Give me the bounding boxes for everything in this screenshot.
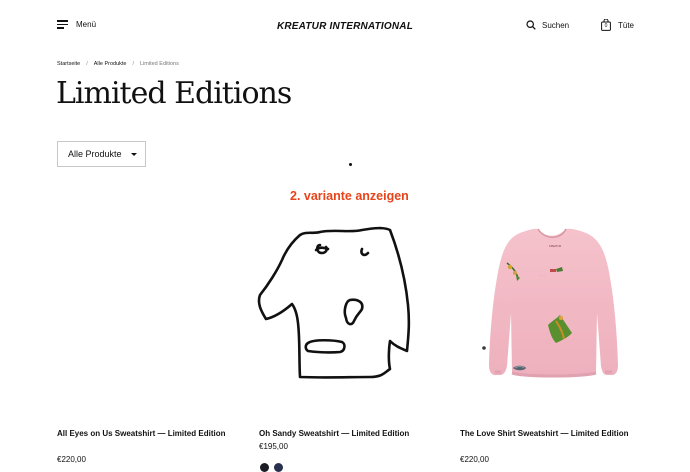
sweatshirt-sketch-icon: [257, 226, 411, 379]
color-swatch-navy[interactable]: [274, 463, 283, 472]
product-price: €220,00: [460, 455, 489, 464]
brand-logo[interactable]: KREATUR INTERNATIONAL: [277, 21, 413, 32]
search-label: Suchen: [542, 20, 570, 30]
product-title[interactable]: The Love Shirt Sweatshirt — Limited Edit…: [460, 427, 640, 440]
breadcrumb-home[interactable]: Startseite: [57, 61, 80, 67]
breadcrumb-separator: /: [86, 61, 88, 67]
chevron-down-icon: [131, 152, 137, 156]
annotation-note: 2. variante anzeigen: [290, 189, 409, 203]
search-icon: [526, 20, 536, 30]
product-image-the-love-shirt[interactable]: KREATUR ··· · ···: [460, 215, 650, 405]
pink-sweatshirt-image: KREATUR ··· · ···: [482, 228, 618, 378]
bag-count: 0: [604, 22, 608, 29]
breadcrumb-all-products[interactable]: Alle Produkte: [94, 61, 127, 67]
product-image-all-eyes-on-us[interactable]: [57, 215, 247, 405]
breadcrumb-separator: /: [132, 61, 135, 67]
product-title[interactable]: Oh Sandy Sweatshirt — Limited Edition: [259, 427, 439, 440]
svg-text:··· · ···: ··· · ···: [540, 275, 546, 277]
product-image-oh-sandy[interactable]: [250, 215, 440, 405]
category-filter-select[interactable]: Alle Produkte: [57, 141, 146, 167]
loading-dot: [349, 163, 352, 166]
site-header: Menü KREATUR INTERNATIONAL Suchen 0 Tüte: [0, 0, 690, 54]
product-title[interactable]: All Eyes on Us Sweatshirt — Limited Edit…: [57, 427, 237, 440]
product-price: €195,00: [259, 442, 288, 451]
svg-text:KREATUR: KREATUR: [549, 244, 561, 248]
bag-icon: 0: [601, 19, 611, 31]
filter-selected-value: Alle Produkte: [68, 149, 122, 159]
breadcrumb-current: Limited Editions: [140, 61, 179, 67]
color-swatch-black[interactable]: [260, 463, 269, 472]
search-button[interactable]: Suchen: [526, 20, 569, 30]
bag-button[interactable]: 0 Tüte: [601, 19, 634, 31]
product-price: €220,00: [57, 455, 86, 464]
bag-label: Tüte: [618, 20, 635, 30]
page-title: Limited Editions: [56, 76, 292, 111]
breadcrumb: Startseite / Alle Produkte / Limited Edi…: [57, 61, 179, 67]
